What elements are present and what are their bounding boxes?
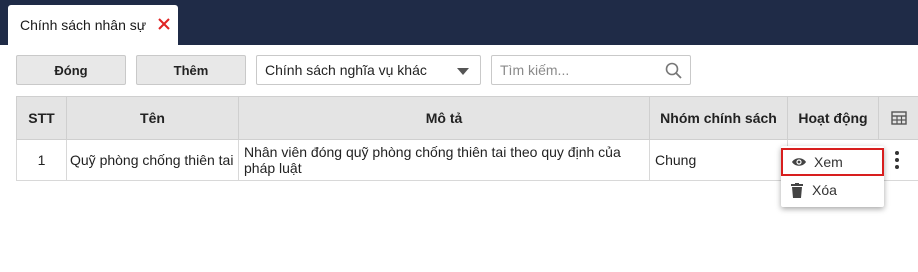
column-header-stt: STT <box>16 97 66 139</box>
more-actions-icon[interactable] <box>894 149 900 171</box>
column-settings-button[interactable] <box>878 97 918 139</box>
delete-menu-label: Xóa <box>812 182 837 198</box>
top-navigation-bar: Chính sách nhân sự <box>0 0 918 45</box>
tab-chinh-sach-nhan-su[interactable]: Chính sách nhân sự <box>8 5 178 45</box>
view-menu-label: Xem <box>814 154 843 170</box>
close-button[interactable]: Đóng <box>16 55 126 85</box>
row-action-menu: Xem Xóa <box>781 146 884 207</box>
cell-stt: 1 <box>16 140 66 180</box>
trash-icon <box>789 182 805 198</box>
close-icon[interactable] <box>157 17 171 31</box>
table-header: STT Tên Mô tả Nhóm chính sách Hoạt động <box>16 96 918 140</box>
policy-type-select[interactable]: Chính sách nghĩa vụ khác <box>256 55 481 85</box>
add-button[interactable]: Thêm <box>136 55 246 85</box>
policy-type-select-value: Chính sách nghĩa vụ khác <box>265 62 427 78</box>
cell-name: Quỹ phòng chống thiên tai <box>66 140 238 180</box>
cell-description: Nhân viên đóng quỹ phòng chống thiên tai… <box>238 140 649 180</box>
view-menu-item[interactable]: Xem <box>781 148 884 176</box>
caret-down-icon <box>457 68 469 75</box>
table-grid-icon <box>890 111 907 125</box>
cell-group: Chung <box>649 140 787 180</box>
search-box <box>491 55 691 85</box>
tab-label: Chính sách nhân sự <box>20 17 147 33</box>
delete-menu-item[interactable]: Xóa <box>781 176 884 204</box>
search-input[interactable] <box>500 56 660 84</box>
column-header-actions: Hoạt động <box>787 97 878 139</box>
search-icon[interactable] <box>665 62 682 79</box>
column-header-description: Mô tả <box>238 97 649 139</box>
eye-icon <box>791 154 807 170</box>
column-header-name: Tên <box>66 97 238 139</box>
column-header-group: Nhóm chính sách <box>649 97 787 139</box>
